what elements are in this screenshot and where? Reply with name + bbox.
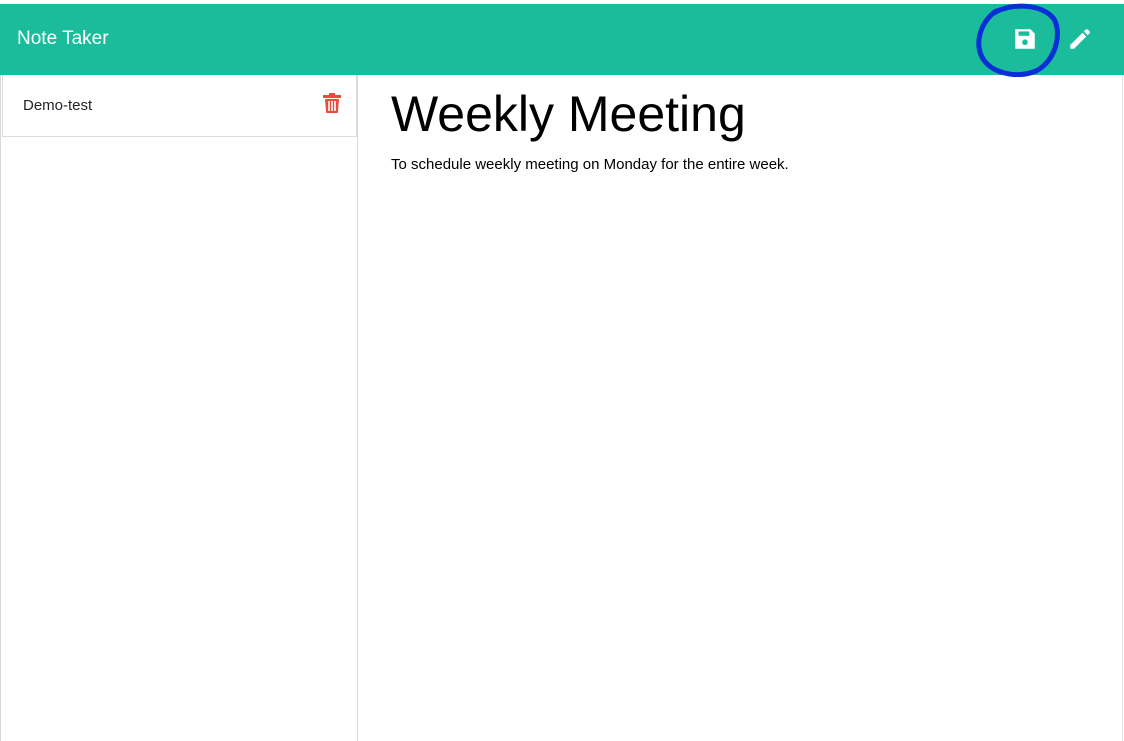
navbar: Note Taker — [0, 4, 1124, 75]
note-editor: Weekly Meeting To schedule weekly meetin… — [359, 75, 1123, 741]
note-taker-app: Note Taker Demo-test Weekly Meeting To s… — [0, 0, 1124, 741]
pencil-icon[interactable] — [1067, 26, 1093, 52]
trash-icon[interactable] — [323, 93, 341, 113]
note-title-input[interactable]: Weekly Meeting — [391, 85, 1091, 143]
notes-sidebar: Demo-test — [0, 75, 358, 741]
brand-title[interactable]: Note Taker — [17, 26, 109, 52]
floppy-disk-icon[interactable] — [1012, 26, 1038, 52]
note-item-title[interactable]: Demo-test — [23, 96, 92, 116]
note-text-area[interactable]: To schedule weekly meeting on Monday for… — [391, 155, 1091, 175]
list-item[interactable]: Demo-test — [2, 75, 357, 137]
